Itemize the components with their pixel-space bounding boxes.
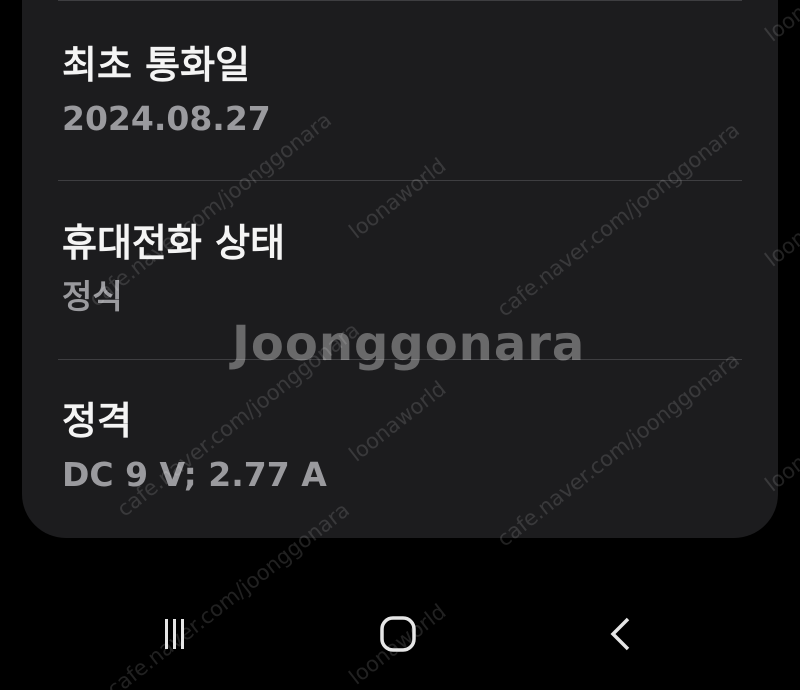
info-item-first-call-date[interactable]: 최초 통화일 2024.08.27 (62, 42, 742, 140)
info-item-value: DC 9 V; 2.77 A (62, 455, 327, 494)
home-button[interactable] (368, 604, 428, 664)
back-icon (610, 617, 630, 651)
screen: 최초 통화일 2024.08.27 휴대전화 상태 정식 정격 DC 9 V; … (0, 0, 800, 690)
info-item-rating[interactable]: 정격 DC 9 V; 2.77 A (62, 398, 742, 496)
info-item-title: 최초 통화일 (62, 43, 251, 87)
divider (58, 0, 742, 1)
info-item-phone-status[interactable]: 휴대전화 상태 정식 (62, 220, 742, 318)
divider (58, 359, 742, 360)
navigation-bar (0, 590, 800, 690)
info-item-value: 정식 (62, 277, 123, 316)
back-button[interactable] (592, 604, 652, 664)
recents-button[interactable] (144, 604, 204, 664)
info-item-title: 정격 (62, 399, 132, 443)
info-item-title: 휴대전화 상태 (62, 221, 285, 265)
divider (58, 180, 742, 181)
home-icon (380, 616, 416, 652)
info-item-value: 2024.08.27 (62, 99, 271, 138)
recents-icon (165, 619, 184, 649)
